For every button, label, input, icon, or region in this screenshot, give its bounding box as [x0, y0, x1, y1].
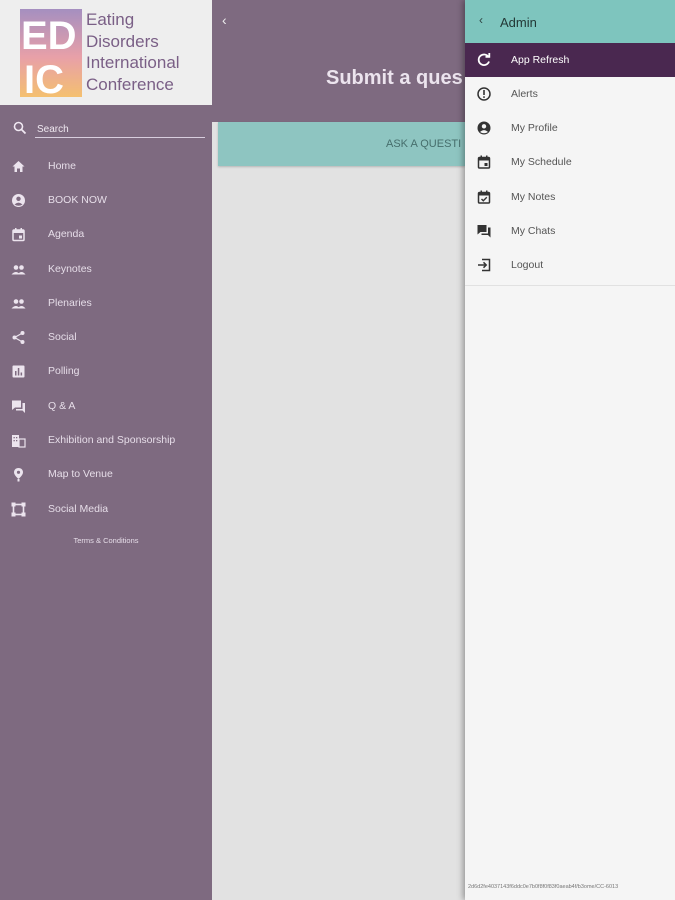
calendar-icon — [477, 155, 491, 169]
conference-logo[interactable]: ED IC Eating Disorders International Con… — [0, 0, 212, 105]
account-circle-icon — [12, 193, 25, 207]
sidebar-item-label: BOOK NOW — [48, 194, 107, 206]
drawer-item-logout[interactable]: Logout — [465, 248, 675, 282]
sidebar-item-keynotes[interactable]: Keynotes — [0, 252, 212, 286]
drawer-item-my-schedule[interactable]: My Schedule — [465, 145, 675, 179]
sidebar-item-social[interactable]: Social — [0, 320, 212, 354]
drawer-item-alerts[interactable]: Alerts — [465, 77, 675, 111]
logo-line: International — [86, 53, 180, 72]
logo-line: Eating — [86, 10, 135, 29]
sidebar-item-label: Agenda — [48, 228, 85, 240]
drawer-item-label: My Profile — [511, 122, 558, 134]
sidebar-item-home[interactable]: Home — [0, 149, 212, 183]
sidebar-item-plenaries[interactable]: Plenaries — [0, 286, 212, 320]
sidebar-item-exhibition[interactable]: Exhibition and Sponsorship — [0, 423, 212, 457]
logout-icon — [478, 258, 491, 272]
forum-icon — [477, 225, 491, 238]
drawer-item-label: Alerts — [511, 88, 538, 100]
drawer-divider — [465, 285, 675, 286]
business-icon — [12, 434, 26, 448]
search-icon — [13, 121, 27, 135]
drawer-header: ‹ Admin — [465, 0, 675, 43]
sidebar-item-label: Map to Venue — [48, 468, 113, 480]
edic-logo-mark: ED IC — [20, 9, 82, 97]
search-bar — [13, 121, 205, 139]
sidebar-item-q-and-a[interactable]: Q & A — [0, 389, 212, 423]
alert-icon — [477, 87, 491, 101]
logo-line: Conference — [86, 74, 174, 94]
refresh-icon — [477, 53, 491, 66]
chevron-left-icon[interactable]: ‹ — [479, 13, 483, 27]
sidebar-item-label: Q & A — [48, 400, 76, 412]
people-icon — [11, 264, 26, 274]
terms-and-conditions-link[interactable]: Terms & Conditions — [0, 536, 212, 545]
drawer-item-app-refresh[interactable]: App Refresh — [465, 43, 675, 77]
forum-icon — [12, 400, 25, 413]
drawer-item-label: My Notes — [511, 191, 556, 203]
main-header — [212, 0, 465, 122]
people-icon — [11, 298, 26, 308]
drawer-item-label: My Schedule — [511, 156, 572, 168]
drawer-item-label: Logout — [511, 259, 544, 271]
home-icon — [12, 160, 25, 172]
calendar-icon — [12, 227, 25, 241]
drawer-item-my-profile[interactable]: My Profile — [465, 111, 675, 145]
sidebar-item-social-media[interactable]: Social Media — [0, 492, 212, 526]
sidebar-item-label: Exhibition and Sponsorship — [48, 434, 176, 446]
ask-question-button[interactable]: ASK A QUESTI — [218, 122, 465, 166]
social-media-icon — [11, 502, 26, 516]
search-input[interactable] — [35, 121, 205, 138]
logo-letters-top: ED — [21, 14, 77, 58]
drawer-item-my-chats[interactable]: My Chats — [465, 214, 675, 248]
poll-icon — [12, 365, 25, 377]
sidebar-item-agenda[interactable]: Agenda — [0, 217, 212, 251]
notes-icon — [477, 190, 491, 204]
back-icon[interactable]: ‹ — [222, 12, 238, 28]
sidebar-item-map-to-venue[interactable]: Map to Venue — [0, 457, 212, 491]
account-circle-icon — [477, 121, 491, 135]
sidebar: ED IC Eating Disorders International Con… — [0, 0, 212, 900]
drawer-item-label: My Chats — [511, 225, 556, 237]
drawer-item-my-notes[interactable]: My Notes — [465, 180, 675, 214]
map-pin-icon — [14, 467, 23, 481]
sidebar-item-polling[interactable]: Polling — [0, 354, 212, 388]
logo-line: Disorders — [86, 31, 159, 51]
sidebar-item-book-now[interactable]: BOOK NOW — [0, 183, 212, 217]
drawer-title: Admin — [500, 15, 537, 30]
sidebar-item-label: Plenaries — [48, 297, 92, 309]
logo-wordmark: Eating Disorders International Conferenc… — [86, 9, 180, 95]
share-icon — [12, 330, 25, 344]
build-id: 2d6d2fe4037143f6ddc0e7b0f8f0f83f0aeab4f/… — [468, 884, 619, 890]
drawer-item-label: App Refresh — [511, 54, 570, 66]
sidebar-item-label: Polling — [48, 365, 80, 377]
sidebar-item-label: Social — [48, 331, 77, 343]
sidebar-item-label: Keynotes — [48, 263, 92, 275]
logo-letters-bottom: IC — [24, 58, 64, 97]
page-title: Submit a ques — [326, 67, 463, 89]
admin-drawer: ‹ Admin App Refresh Alerts My Profile My… — [465, 0, 675, 900]
sidebar-item-label: Home — [48, 160, 77, 172]
sidebar-item-label: Social Media — [48, 503, 109, 515]
